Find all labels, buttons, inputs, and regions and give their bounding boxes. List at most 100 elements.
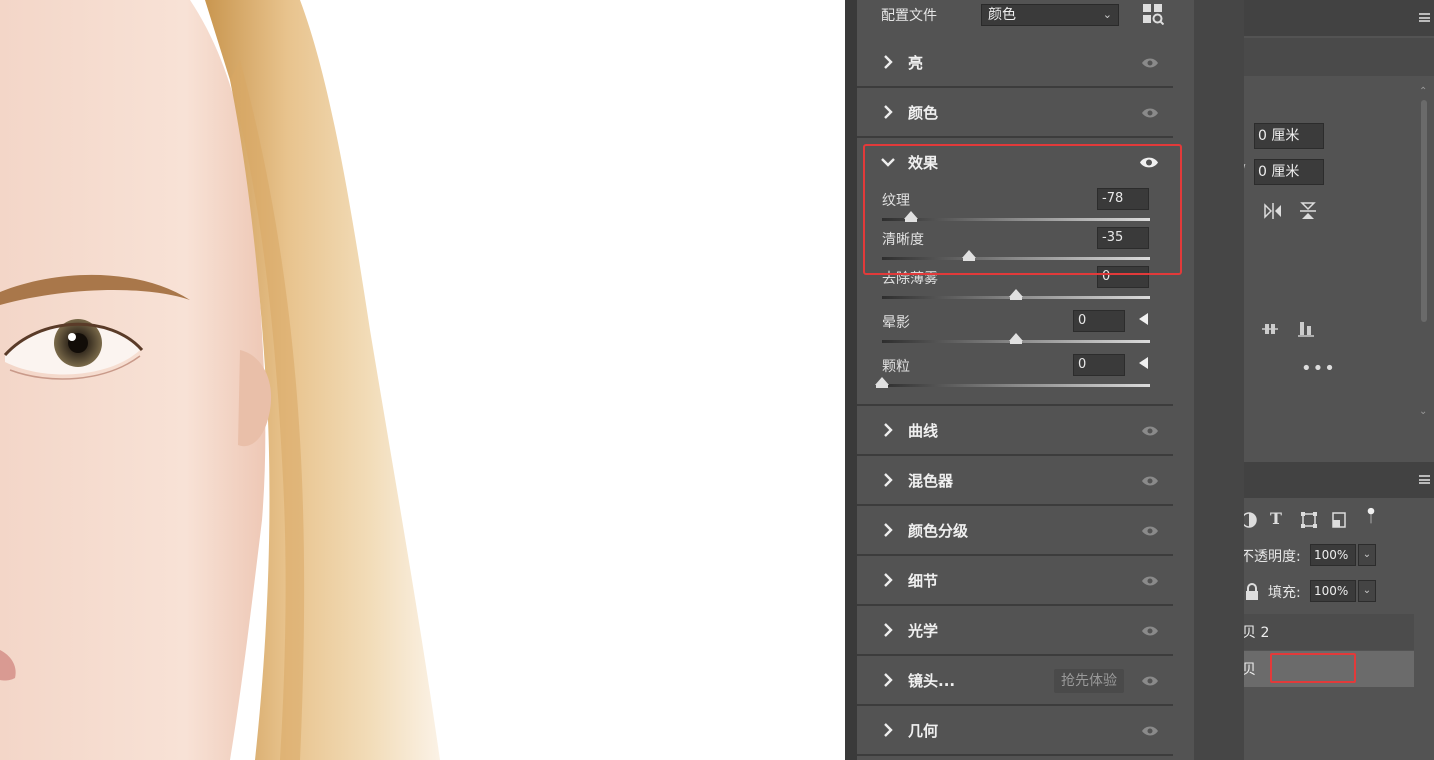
panel-divider [845,0,857,760]
section-curve[interactable]: 曲线 [857,408,1173,456]
flip-vertical-icon[interactable] [1299,202,1317,220]
texture-value-field[interactable]: -78 [1097,188,1149,210]
slider-label: 清晰度 [882,232,924,248]
slider-label: 去除薄雾 [882,271,938,287]
photo-canvas [0,0,845,760]
slider-thumb[interactable] [1009,289,1023,300]
slider-thumb[interactable] [962,250,977,261]
right-dock: : 0 厘米 / 0 厘米 ••• ⌃ ⌄ T [1244,0,1434,760]
profile-browser-icon[interactable] [1142,3,1164,25]
section-title: 混色器 [908,472,954,490]
opacity-label: 不透明度: [1244,549,1301,565]
opacity-field[interactable]: 100% [1310,544,1356,566]
menu-icon[interactable] [1419,13,1430,22]
section-title: 镜头... [908,672,956,690]
layer-row-selected[interactable]: 贝 [1244,651,1414,687]
section-light[interactable]: 亮 [857,40,1173,88]
y-position-field[interactable]: 0 厘米 [1254,159,1324,185]
layer-name: 贝 [1244,662,1256,678]
shape-filter-icon[interactable] [1300,511,1318,529]
scroll-down-icon[interactable]: ⌄ [1419,406,1427,417]
eye-icon[interactable] [1141,525,1159,537]
lock-icon[interactable] [1244,583,1261,601]
eye-icon[interactable] [1141,725,1159,737]
y-axis-label-icon: / [1244,163,1245,178]
layer-name: 贝 2 [1244,625,1270,641]
eye-icon[interactable] [1141,575,1159,587]
align-bottom-icon[interactable] [1297,320,1315,338]
chevron-right-icon [884,423,893,437]
section-lens[interactable]: 镜头... 抢先体验 [857,658,1173,706]
expand-triangle-icon[interactable] [1139,357,1148,369]
chevron-right-icon [884,723,893,737]
slider-thumb[interactable] [875,377,889,388]
flip-horizontal-icon[interactable] [1264,202,1282,220]
fill-dropdown[interactable]: ⌄ [1358,580,1376,602]
eye-icon[interactable] [1141,107,1159,119]
slider-track[interactable] [882,218,1150,221]
eye-icon[interactable] [1141,57,1159,69]
layer-row[interactable]: 贝 2 [1244,614,1414,650]
adjustment-filter-icon[interactable] [1244,511,1258,529]
expand-triangle-icon[interactable] [1139,313,1148,325]
fill-label: 填充: [1268,585,1301,601]
camera-raw-panel: 配置文件 颜色 ⌄ 亮 颜色 效果 纹理 -78 清晰度 -35 去除薄雾 0 … [845,0,1194,760]
x-position-field[interactable]: 0 厘米 [1254,123,1324,149]
chevron-down-icon[interactable] [881,155,895,169]
eye-icon[interactable] [1139,156,1159,169]
slider-thumb[interactable] [1009,333,1023,344]
slider-grain[interactable]: 颗粒 0 [875,354,1152,396]
more-options-icon[interactable]: ••• [1301,358,1336,379]
profile-value: 颜色 [988,7,1016,23]
eye-icon[interactable] [1141,425,1159,437]
slider-label: 颗粒 [882,359,910,375]
menu-icon[interactable] [1419,475,1430,484]
section-title: 曲线 [908,422,939,440]
x-axis-label-icon: : [1244,128,1245,143]
section-color-mixer[interactable]: 混色器 [857,458,1173,506]
dock-separator [1194,0,1244,760]
chevron-right-icon [884,105,893,119]
scroll-up-icon[interactable]: ⌃ [1419,86,1427,97]
properties-panel-header [1244,0,1434,36]
section-geometry[interactable]: 几何 [857,708,1173,756]
section-optics[interactable]: 光学 [857,608,1173,656]
align-center-icon[interactable] [1261,320,1279,338]
section-color[interactable]: 颜色 [857,90,1173,138]
slider-clarity[interactable]: 清晰度 -35 [882,227,1152,269]
eye-icon[interactable] [1141,475,1159,487]
section-color-grading[interactable]: 颜色分级 [857,508,1173,556]
section-detail[interactable]: 细节 [857,558,1173,606]
type-filter-icon[interactable]: T [1270,509,1282,528]
slider-thumb[interactable] [904,211,919,222]
eye-icon[interactable] [1141,675,1159,687]
filter-toggle-icon[interactable] [1362,507,1380,525]
smart-object-filter-icon[interactable] [1330,511,1348,529]
slider-track[interactable] [882,384,1150,387]
slider-dehaze[interactable]: 去除薄雾 0 [882,266,1152,308]
slider-label: 纹理 [882,193,910,209]
slider-texture[interactable]: 纹理 -78 [882,188,1152,230]
slider-vignette[interactable]: 晕影 0 [882,310,1152,352]
fill-field[interactable]: 100% [1310,580,1356,602]
section-title: 颜色分级 [908,522,969,540]
portrait-image [0,0,845,760]
clarity-value-field[interactable]: -35 [1097,227,1149,249]
properties-scrollbar[interactable]: ⌃ ⌄ [1418,86,1430,426]
section-title: 细节 [908,572,939,590]
profile-label: 配置文件 [881,8,937,24]
slider-track[interactable] [882,257,1150,260]
vignette-value-field[interactable]: 0 [1073,310,1125,332]
scrollbar-thumb[interactable] [1421,100,1427,322]
dehaze-value-field[interactable]: 0 [1097,266,1149,288]
chevron-right-icon [884,673,893,687]
section-title: 几何 [908,722,939,740]
chevron-right-icon [884,55,893,69]
eye-icon[interactable] [1141,625,1159,637]
chevron-down-icon: ⌄ [1102,8,1112,21]
opacity-dropdown[interactable]: ⌄ [1358,544,1376,566]
profile-select[interactable]: 颜色 ⌄ [981,4,1119,26]
chevron-right-icon [884,473,893,487]
section-effects: 效果 纹理 -78 清晰度 -35 去除薄雾 0 晕影 0 颗粒 0 [857,140,1173,406]
grain-value-field[interactable]: 0 [1073,354,1125,376]
